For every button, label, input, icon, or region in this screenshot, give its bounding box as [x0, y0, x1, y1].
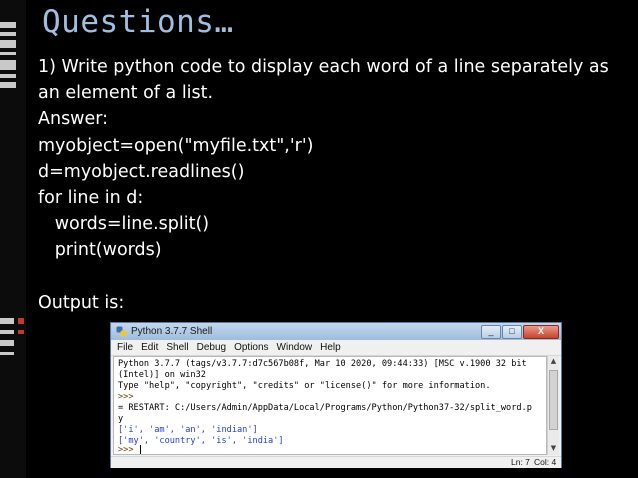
- console-line: Type "help", "copyright", "credits" or "…: [118, 381, 491, 391]
- console-input-prompt[interactable]: >>>: [118, 445, 141, 455]
- python-shell-window: Python 3.7.7 Shell _ □ X File Edit Shell…: [110, 322, 562, 468]
- deco-stripe: [0, 52, 16, 55]
- deco-stripe: [0, 318, 14, 324]
- maximize-button[interactable]: □: [502, 325, 522, 339]
- console-line: y: [118, 414, 124, 424]
- code-line: print(words): [38, 240, 162, 261]
- deco-stripe: [0, 82, 16, 88]
- status-column-number: Col: 4: [534, 457, 557, 467]
- console-line: Python 3.7.7 (tags/v3.7.7:d7c567b08f, Ma…: [118, 359, 527, 369]
- shell-window-title: Python 3.7.7 Shell: [131, 326, 213, 337]
- shell-statusbar: Ln: 7 Col: 4: [111, 456, 561, 468]
- deco-stripe: [0, 22, 16, 28]
- shell-menubar: File Edit Shell Debug Options Window Hel…: [111, 340, 561, 356]
- menu-file[interactable]: File: [111, 340, 137, 355]
- window-controls: _ □ X: [481, 325, 559, 339]
- deco-red-mark: [18, 318, 24, 324]
- deco-stripe: [0, 60, 16, 70]
- console-output-line: ['my', 'country', 'is', 'india']: [118, 436, 284, 446]
- prompt-text: >>>: [118, 445, 139, 455]
- menu-edit[interactable]: Edit: [137, 340, 162, 355]
- python-logo-icon: [116, 326, 127, 337]
- scrollbar-thumb[interactable]: [549, 370, 558, 430]
- code-line: myobject=open("myfile.txt",'r'): [38, 135, 314, 156]
- output-label: Output is:: [38, 292, 125, 313]
- deco-stripe: [0, 352, 14, 355]
- text-cursor: [139, 445, 141, 454]
- scroll-up-arrow-icon[interactable]: ▲: [548, 356, 559, 367]
- answer-label: Answer:: [38, 109, 109, 130]
- menu-shell[interactable]: Shell: [162, 340, 192, 355]
- deco-stripe: [0, 32, 16, 36]
- console-output-line: ['i', 'am', 'an', 'indian']: [118, 425, 258, 435]
- deco-red-mark: [18, 330, 24, 334]
- close-button[interactable]: X: [523, 325, 559, 339]
- menu-help[interactable]: Help: [316, 340, 345, 355]
- console-restart-line: = RESTART: C:/Users/Admin/AppData/Local/…: [118, 403, 532, 413]
- menu-options[interactable]: Options: [230, 340, 272, 355]
- code-line: words=line.split(): [38, 214, 210, 235]
- slide-left-decoration: [0, 0, 26, 478]
- vertical-scrollbar[interactable]: ▲ ▼: [547, 356, 559, 455]
- slide-title: Questions…: [42, 4, 234, 40]
- question-text: 1) Write python code to display each wor…: [38, 57, 609, 104]
- code-line: d=myobject.readlines(): [38, 161, 245, 182]
- minimize-button[interactable]: _: [481, 325, 501, 339]
- shell-console[interactable]: Python 3.7.7 (tags/v3.7.7:d7c567b08f, Ma…: [113, 356, 547, 455]
- shell-titlebar[interactable]: Python 3.7.7 Shell _ □ X: [111, 323, 561, 340]
- code-line: for line in d:: [38, 187, 144, 208]
- console-line: (Intel)] on win32: [118, 370, 206, 380]
- deco-stripe: [0, 340, 14, 346]
- console-prompt: >>>: [118, 392, 134, 402]
- scroll-down-arrow-icon[interactable]: ▼: [548, 443, 559, 454]
- deco-stripe: [0, 330, 14, 334]
- slide-body: 1) Write python code to display each wor…: [38, 54, 632, 316]
- deco-stripe: [0, 74, 16, 78]
- menu-window[interactable]: Window: [273, 340, 317, 355]
- deco-stripe: [0, 40, 16, 48]
- status-line-number: Ln: 7: [511, 457, 530, 467]
- menu-debug[interactable]: Debug: [193, 340, 230, 355]
